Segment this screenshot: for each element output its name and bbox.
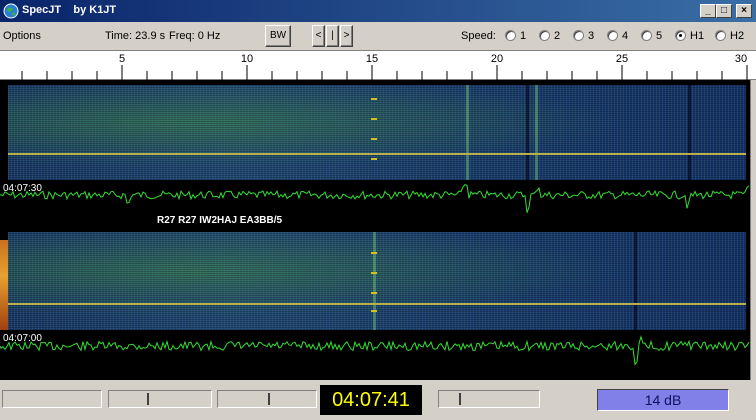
status-field xyxy=(2,390,102,408)
vertical-gap xyxy=(526,85,529,180)
toolbar: Options Time: 23.9 s Freq: 0 Hz BW < | >… xyxy=(0,22,756,50)
slider-track-3[interactable] xyxy=(438,390,540,408)
frequency-ruler[interactable]: 5 10 15 20 25 30 xyxy=(0,50,756,80)
speed-radio-4[interactable]: 4 xyxy=(607,30,628,44)
slider-thumb[interactable] xyxy=(268,393,270,405)
spectrogram-display[interactable]: 04:07:30 R27 R27 IW2HAJ EA3BB/5 04:07:00 xyxy=(0,80,750,380)
nav-left-button[interactable]: < xyxy=(312,25,325,47)
ruler-label-10: 10 xyxy=(240,53,254,65)
upper-time-label: 04:07:30 xyxy=(3,183,42,194)
utc-clock: 04:07:41 xyxy=(320,385,422,415)
marker-tick xyxy=(371,98,377,100)
ruler-label-20: 20 xyxy=(490,53,504,65)
signal-line xyxy=(8,153,746,155)
ruler-label-5: 5 xyxy=(118,53,126,65)
app-globe-icon xyxy=(3,3,19,19)
lower-signal-trace xyxy=(0,335,750,366)
slider-track-1[interactable] xyxy=(108,390,212,408)
speed-radio-1[interactable]: 1 xyxy=(505,30,526,44)
marker-tick xyxy=(371,292,377,294)
radio-indicator xyxy=(641,30,652,41)
marker-tick xyxy=(371,138,377,140)
vertical-signal xyxy=(466,85,469,180)
decoded-message: R27 R27 IW2HAJ EA3BB/5 xyxy=(157,215,283,226)
slider-thumb[interactable] xyxy=(459,393,461,405)
marker-tick xyxy=(371,310,377,312)
level-indicator: 14 dB xyxy=(597,389,729,411)
vertical-scrollbar[interactable] xyxy=(750,80,756,380)
speed-radio-3[interactable]: 3 xyxy=(573,30,594,44)
vertical-signal xyxy=(535,85,538,180)
level-edge-strip xyxy=(0,240,8,330)
nav-right-button[interactable]: > xyxy=(340,25,353,47)
radio-indicator xyxy=(505,30,516,41)
minimize-button[interactable]: _ xyxy=(700,4,716,18)
speed-radio-2[interactable]: 2 xyxy=(539,30,560,44)
speed-radio-h1[interactable]: H1 xyxy=(675,30,704,44)
marker-tick xyxy=(371,158,377,160)
radio-indicator xyxy=(573,30,584,41)
marker-tick xyxy=(371,118,377,120)
slider-thumb[interactable] xyxy=(147,393,149,405)
speed-radio-h2[interactable]: H2 xyxy=(715,30,744,44)
signal-line xyxy=(8,303,746,305)
ruler-label-25: 25 xyxy=(615,53,629,65)
time-readout: Time: 23.9 s xyxy=(105,30,166,42)
maximize-button[interactable]: □ xyxy=(716,4,732,18)
radio-indicator xyxy=(607,30,618,41)
radio-indicator xyxy=(715,30,726,41)
bw-button[interactable]: BW xyxy=(265,25,291,47)
title-bar: SpecJT by K1JT _ □ × xyxy=(0,0,756,22)
close-button[interactable]: × xyxy=(736,4,752,18)
options-menu[interactable]: Options xyxy=(3,30,41,42)
vertical-gap xyxy=(688,85,691,180)
nav-mid-button[interactable]: | xyxy=(326,25,339,47)
lower-time-label: 04:07:00 xyxy=(3,333,42,344)
upper-waterfall[interactable] xyxy=(8,85,746,180)
vertical-signal xyxy=(373,232,376,330)
lower-waterfall[interactable] xyxy=(8,232,746,330)
speed-radio-5[interactable]: 5 xyxy=(641,30,662,44)
ruler-label-15: 15 xyxy=(365,53,379,65)
slider-track-2[interactable] xyxy=(217,390,317,408)
marker-tick xyxy=(371,252,377,254)
ruler-label-30: 30 xyxy=(734,53,748,65)
vertical-gap xyxy=(634,232,637,330)
marker-tick xyxy=(371,272,377,274)
speed-label: Speed: xyxy=(461,30,496,42)
upper-signal-trace xyxy=(0,184,750,213)
radio-indicator xyxy=(539,30,550,41)
window-title: SpecJT by K1JT xyxy=(22,4,117,16)
freq-readout: Freq: 0 Hz xyxy=(169,30,221,42)
radio-indicator-selected xyxy=(675,30,686,41)
